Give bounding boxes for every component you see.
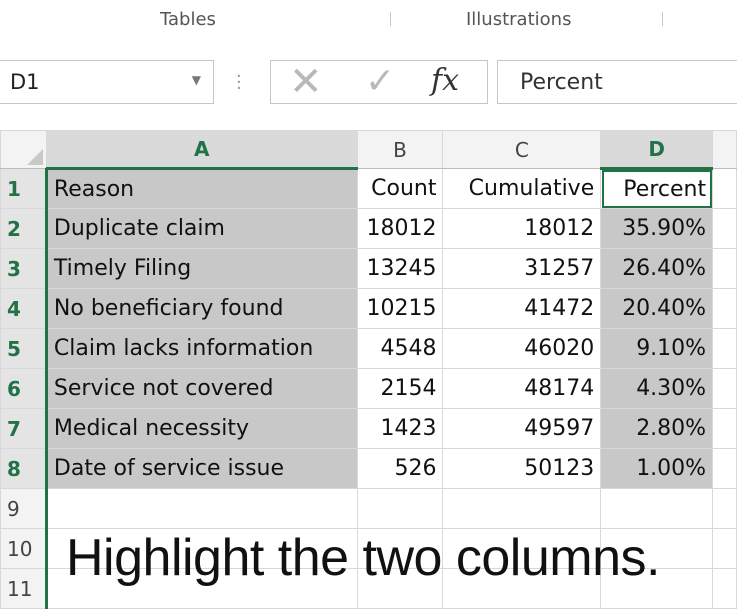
- cell-e9[interactable]: [712, 488, 737, 529]
- cell-b2[interactable]: 18012: [356, 208, 444, 249]
- table-row: 2 Duplicate claim 18012 18012 35.90%: [0, 208, 737, 249]
- cell-c8[interactable]: 50123: [442, 448, 602, 489]
- row-header[interactable]: 5: [0, 328, 47, 369]
- table-row: 4 No beneficiary found 10215 41472 20.40%: [0, 288, 737, 329]
- row-header[interactable]: 10: [0, 528, 47, 569]
- cancel-x-icon[interactable]: ✕: [289, 59, 323, 105]
- cell-b1[interactable]: Count: [356, 168, 444, 209]
- cell-b8[interactable]: 526: [356, 448, 444, 489]
- cell-e6[interactable]: [712, 368, 737, 409]
- row-header[interactable]: 3: [0, 248, 47, 289]
- cell-b9[interactable]: [356, 488, 444, 529]
- row-header[interactable]: 9: [0, 488, 47, 529]
- cell-b5[interactable]: 4548: [356, 328, 444, 369]
- name-box-value: D1: [10, 70, 40, 94]
- cell-d2[interactable]: 35.90%: [600, 208, 714, 249]
- row-header[interactable]: 2: [0, 208, 47, 249]
- ribbon-separator: [662, 12, 663, 26]
- insert-function-icon[interactable]: fx: [431, 63, 459, 98]
- formula-content: Percent: [520, 70, 603, 95]
- table-row: 9: [0, 488, 737, 529]
- cell-b3[interactable]: 13245: [356, 248, 444, 289]
- table-row: 7 Medical necessity 1423 49597 2.80%: [0, 408, 737, 449]
- name-box[interactable]: D1 ▼: [0, 60, 214, 104]
- column-header-e[interactable]: [712, 130, 737, 169]
- cell-e1[interactable]: [712, 168, 737, 209]
- table-row: 5 Claim lacks information 4548 46020 9.10%: [0, 328, 737, 369]
- column-header-c[interactable]: C: [442, 130, 602, 169]
- cell-c9[interactable]: [442, 488, 602, 529]
- cell-e11[interactable]: [712, 568, 737, 609]
- cell-d7[interactable]: 2.80%: [600, 408, 714, 449]
- row-header[interactable]: 7: [0, 408, 47, 449]
- drag-handle-icon[interactable]: · · ·: [236, 68, 242, 98]
- ribbon-group-illustrations: Illustrations: [466, 9, 572, 30]
- row-header[interactable]: 8: [0, 448, 47, 489]
- formula-input[interactable]: Percent: [497, 60, 737, 104]
- cell-c7[interactable]: 49597: [442, 408, 602, 449]
- ribbon-group-labels: Tables Illustrations: [0, 0, 737, 39]
- cell-d5[interactable]: 9.10%: [600, 328, 714, 369]
- column-header-row: A B C D: [0, 130, 737, 170]
- cell-a5[interactable]: Claim lacks information: [44, 328, 358, 369]
- cell-a9[interactable]: [44, 488, 358, 529]
- cell-a8[interactable]: Date of service issue: [44, 448, 358, 489]
- cell-a2[interactable]: Duplicate claim: [44, 208, 358, 249]
- cell-e10[interactable]: [712, 528, 737, 569]
- cell-c4[interactable]: 41472: [442, 288, 602, 329]
- table-row: 1 Reason Count Cumulative Percent: [0, 168, 737, 209]
- cell-c5[interactable]: 46020: [442, 328, 602, 369]
- row-header[interactable]: 6: [0, 368, 47, 409]
- cell-a1[interactable]: Reason: [44, 168, 358, 209]
- select-all-corner[interactable]: [0, 130, 47, 169]
- cell-a3[interactable]: Timely Filing: [44, 248, 358, 289]
- cell-a6[interactable]: Service not covered: [44, 368, 358, 409]
- cell-a4[interactable]: No beneficiary found: [44, 288, 358, 329]
- enter-check-icon[interactable]: ✓: [365, 61, 395, 102]
- cell-c1[interactable]: Cumulative: [442, 168, 602, 209]
- row-header[interactable]: 1: [0, 168, 47, 209]
- cell-d9[interactable]: [600, 488, 714, 529]
- select-all-triangle-icon: [26, 149, 43, 165]
- cell-a7[interactable]: Medical necessity: [44, 408, 358, 449]
- column-header-d[interactable]: D: [600, 130, 714, 170]
- column-header-a[interactable]: A: [45, 130, 358, 170]
- cell-b7[interactable]: 1423: [356, 408, 444, 449]
- column-header-b[interactable]: B: [356, 130, 444, 169]
- cell-b4[interactable]: 10215: [356, 288, 444, 329]
- cell-d3[interactable]: 26.40%: [600, 248, 714, 289]
- formula-buttons: ✕ ✓ fx: [270, 59, 488, 105]
- ribbon-group-tables: Tables: [160, 9, 216, 30]
- cell-b6[interactable]: 2154: [356, 368, 444, 409]
- table-row: 8 Date of service issue 526 50123 1.00%: [0, 448, 737, 489]
- table-row: 3 Timely Filing 13245 31257 26.40%: [0, 248, 737, 289]
- cell-e7[interactable]: [712, 408, 737, 449]
- cell-d4[interactable]: 20.40%: [600, 288, 714, 329]
- row-header[interactable]: 11: [0, 568, 47, 609]
- table-row: 6 Service not covered 2154 48174 4.30%: [0, 368, 737, 409]
- instruction-caption: Highlight the two columns.: [66, 529, 660, 587]
- cell-e2[interactable]: [712, 208, 737, 249]
- chevron-down-icon[interactable]: ▼: [192, 73, 201, 87]
- cell-e3[interactable]: [712, 248, 737, 289]
- formula-bar-row: D1 ▼ · · · ✕ ✓ fx Percent: [0, 38, 737, 130]
- cell-d6[interactable]: 4.30%: [600, 368, 714, 409]
- cell-d1[interactable]: Percent: [600, 168, 714, 209]
- cell-e8[interactable]: [712, 448, 737, 489]
- cell-e5[interactable]: [712, 328, 737, 369]
- row-header[interactable]: 4: [0, 288, 47, 329]
- cell-c2[interactable]: 18012: [442, 208, 602, 249]
- cell-d8[interactable]: 1.00%: [600, 448, 714, 489]
- cell-c3[interactable]: 31257: [442, 248, 602, 289]
- cell-c6[interactable]: 48174: [442, 368, 602, 409]
- ribbon-separator: [390, 12, 391, 26]
- cell-e4[interactable]: [712, 288, 737, 329]
